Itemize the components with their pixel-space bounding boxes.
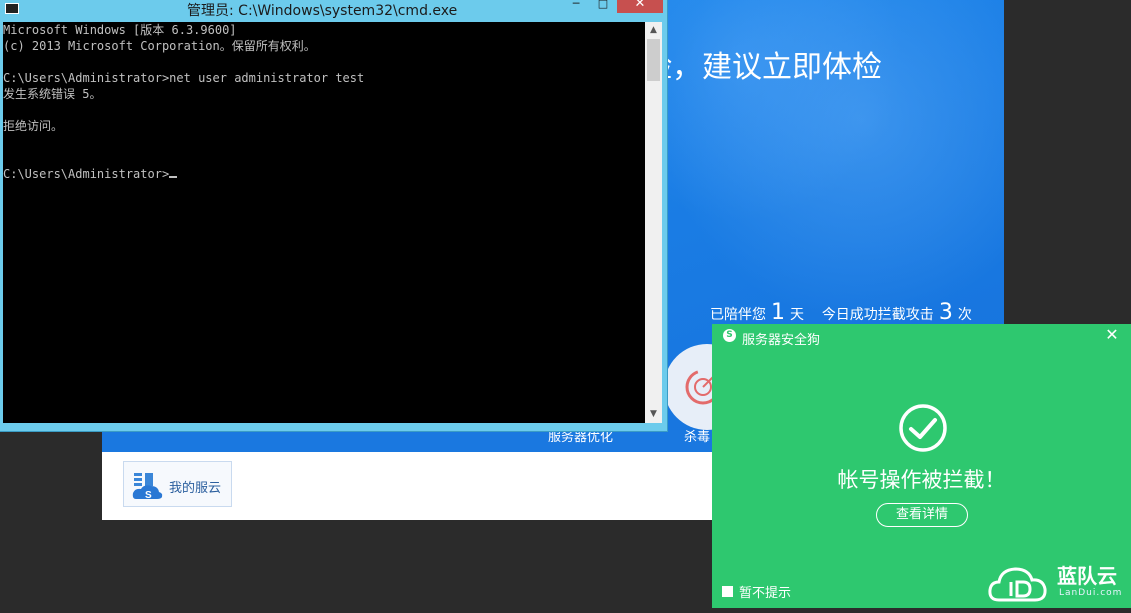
landui-cloud-logo-icon	[988, 567, 1047, 602]
server-cloud-icon: S	[132, 473, 163, 501]
my-cloud-button[interactable]: S 我的服云	[123, 461, 232, 507]
maximize-button[interactable]: □	[590, 0, 616, 13]
cmd-window-title: 管理员: C:\Windows\system32\cmd.exe	[187, 3, 458, 19]
view-details-button[interactable]: 查看详情	[876, 503, 968, 527]
scroll-thumb[interactable]	[647, 39, 660, 81]
protection-stats: 已陪伴您 1 天 今日成功拦截攻击 3 次	[710, 300, 972, 325]
cmd-window[interactable]: 管理员: C:\Windows\system32\cmd.exe ─ □ ✕ M…	[0, 0, 668, 432]
watermark: 蓝队云 LanDui.com	[985, 558, 1125, 608]
nav-antivirus[interactable]: 杀毒	[684, 430, 710, 446]
stats-middle: 今日成功拦截攻击	[821, 307, 934, 323]
watermark-brand: 蓝队云	[1057, 564, 1117, 588]
no-remind-checkbox[interactable]	[722, 586, 733, 597]
days-unit: 天	[790, 307, 804, 323]
hero-headline: 险，建议立即体检	[642, 50, 882, 85]
console-line: Microsoft Windows [版本 6.3.9600]	[3, 23, 237, 37]
checkmark-icon	[899, 404, 947, 452]
console-line: 发生系统错误 5。	[3, 87, 102, 101]
console-line: (c) 2013 Microsoft Corporation。保留所有权利。	[3, 39, 316, 53]
console-output[interactable]: Microsoft Windows [版本 6.3.9600] (c) 2013…	[3, 22, 645, 423]
close-button[interactable]: ✕	[617, 0, 663, 13]
stats-prefix: 已陪伴您	[710, 307, 766, 323]
safedog-logo-icon: S	[723, 329, 736, 342]
notification-close-button[interactable]: ✕	[1104, 327, 1120, 343]
attacks-count: 3	[938, 300, 953, 325]
svg-text:S: S	[145, 490, 152, 501]
my-cloud-label: 我的服云	[169, 481, 222, 496]
cmd-app-icon	[5, 3, 19, 14]
console-prompt-line: C:\Users\Administrator>	[3, 166, 178, 182]
minimize-button[interactable]: ─	[563, 0, 589, 13]
no-remind-label: 暂不提示	[739, 586, 792, 601]
vertical-scrollbar[interactable]: ▲ ▼	[645, 22, 662, 423]
notification-title: 服务器安全狗	[742, 333, 821, 348]
days-count: 1	[771, 300, 785, 325]
watermark-domain: LanDui.com	[1059, 588, 1123, 598]
scroll-up-arrow-icon[interactable]: ▲	[645, 22, 662, 39]
console-line: C:\Users\Administrator>net user administ…	[3, 71, 365, 85]
scroll-down-arrow-icon[interactable]: ▼	[645, 406, 662, 423]
nav-server-optimize[interactable]: 服务器优化	[548, 430, 613, 446]
console-line: 拒绝访问。	[3, 119, 64, 133]
attacks-unit: 次	[957, 307, 972, 323]
notification-message: 帐号操作被拦截！	[837, 468, 1006, 492]
text-cursor	[169, 176, 178, 178]
console-prompt: C:\Users\Administrator>	[3, 167, 170, 181]
